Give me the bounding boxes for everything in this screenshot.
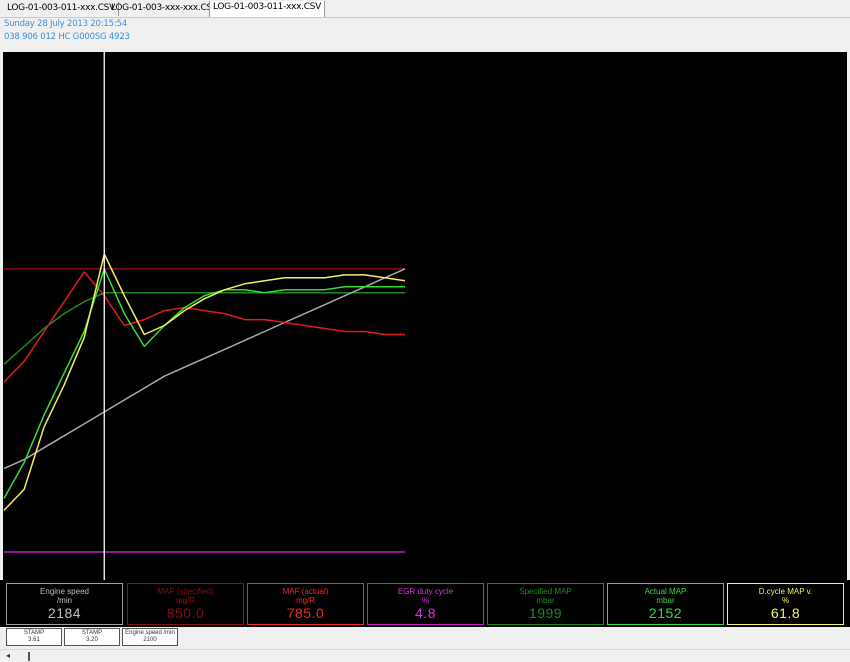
gauge-specified-map[interactable]: Specified MAP mbar 1999 — [487, 583, 604, 625]
gauge-value: 850.0 — [166, 605, 205, 621]
gauge-value: 2184 — [47, 605, 82, 621]
gauge-unit: mbar — [656, 596, 675, 605]
gauge-label: D.cycle MAP v. — [758, 587, 813, 596]
gauge-label: MAF (specified) — [157, 587, 214, 596]
gauge-egr-duty-cycle[interactable]: EGR duty cycle % 4.8 — [367, 583, 484, 625]
stamp-value: 2100 — [143, 637, 157, 643]
gauge-maf-actual[interactable]: MAF (actual) mg/R 785.0 — [247, 583, 364, 625]
gauge-label: MAF (actual) — [282, 587, 329, 596]
gauge-unit: mbar — [536, 596, 555, 605]
gauge-actual-map[interactable]: Actual MAP mbar 2152 — [607, 583, 724, 625]
stamp-box-engine-speed[interactable]: Engine speed /min 2100 — [122, 628, 178, 646]
stamp-label: Engine speed /min — [125, 630, 175, 636]
gauge-unit: mg/R — [295, 596, 316, 605]
gauge-label: Actual MAP — [644, 587, 687, 596]
gauge-value: 2152 — [648, 605, 683, 621]
stamp-label: STAMP — [23, 630, 45, 636]
series-line-maf-actual — [3, 271, 405, 383]
gauge-label: Specified MAP — [519, 587, 572, 596]
stamp-value: 3.61 — [28, 637, 40, 643]
gauge-unit: /min — [56, 596, 73, 605]
log-chart[interactable] — [3, 52, 847, 580]
stamp-value: 3.20 — [86, 637, 98, 643]
gauge-value: 785.0 — [286, 605, 325, 621]
scroll-left-arrow-icon[interactable]: ◂ — [2, 651, 14, 661]
stamp-bar: STAMP 3.61 STAMP 3.20 Engine speed /min … — [0, 627, 850, 649]
stamp-box-1[interactable]: STAMP 3.61 — [6, 628, 62, 646]
gauge-unit: % — [421, 596, 430, 605]
tab-log-file-1[interactable]: LOG-01-003-011-xxx.CSV — [4, 2, 119, 16]
gauge-value: 1999 — [528, 605, 563, 621]
gauge-label: EGR duty cycle — [397, 587, 454, 596]
file-tab-bar: LOG-01-003-011-xxx.CSV LOG-01-003-xxx-xx… — [0, 0, 850, 18]
gauge-dcycle-map[interactable]: D.cycle MAP v. % 61.8 — [727, 583, 844, 625]
log-chart-area[interactable] — [3, 52, 847, 580]
horizontal-scrollbar[interactable]: ◂ — [0, 649, 850, 662]
gauge-unit: mg/R — [175, 596, 196, 605]
series-line-specified-map — [3, 291, 405, 365]
gauge-label: Engine speed — [40, 587, 89, 596]
gauge-value: 4.8 — [415, 605, 436, 621]
ecu-ident-label: 038 906 012 HC G000SG 4923 — [4, 32, 130, 42]
gauge-engine-speed[interactable]: Engine speed /min 2184 — [6, 583, 123, 625]
stamp-box-2[interactable]: STAMP 3.20 — [64, 628, 120, 646]
log-date-label: Sunday 28 July 2013 20:15:54 — [4, 19, 127, 29]
tab-log-file-2[interactable]: LOG-01-003-xxx-xxx.CSV — [108, 2, 222, 16]
gauge-maf-specified[interactable]: MAF (specified) mg/R 850.0 — [127, 583, 244, 625]
tab-log-file-3[interactable]: LOG-01-003-011-xxx.CSV — [209, 1, 325, 17]
scrollbar-thumb[interactable] — [28, 652, 30, 661]
gauge-strip: Engine speed /min 2184 MAF (specified) m… — [0, 580, 850, 627]
gauge-unit: % — [781, 596, 790, 605]
stamp-label: STAMP — [81, 630, 103, 636]
gauge-value: 61.8 — [770, 605, 801, 621]
